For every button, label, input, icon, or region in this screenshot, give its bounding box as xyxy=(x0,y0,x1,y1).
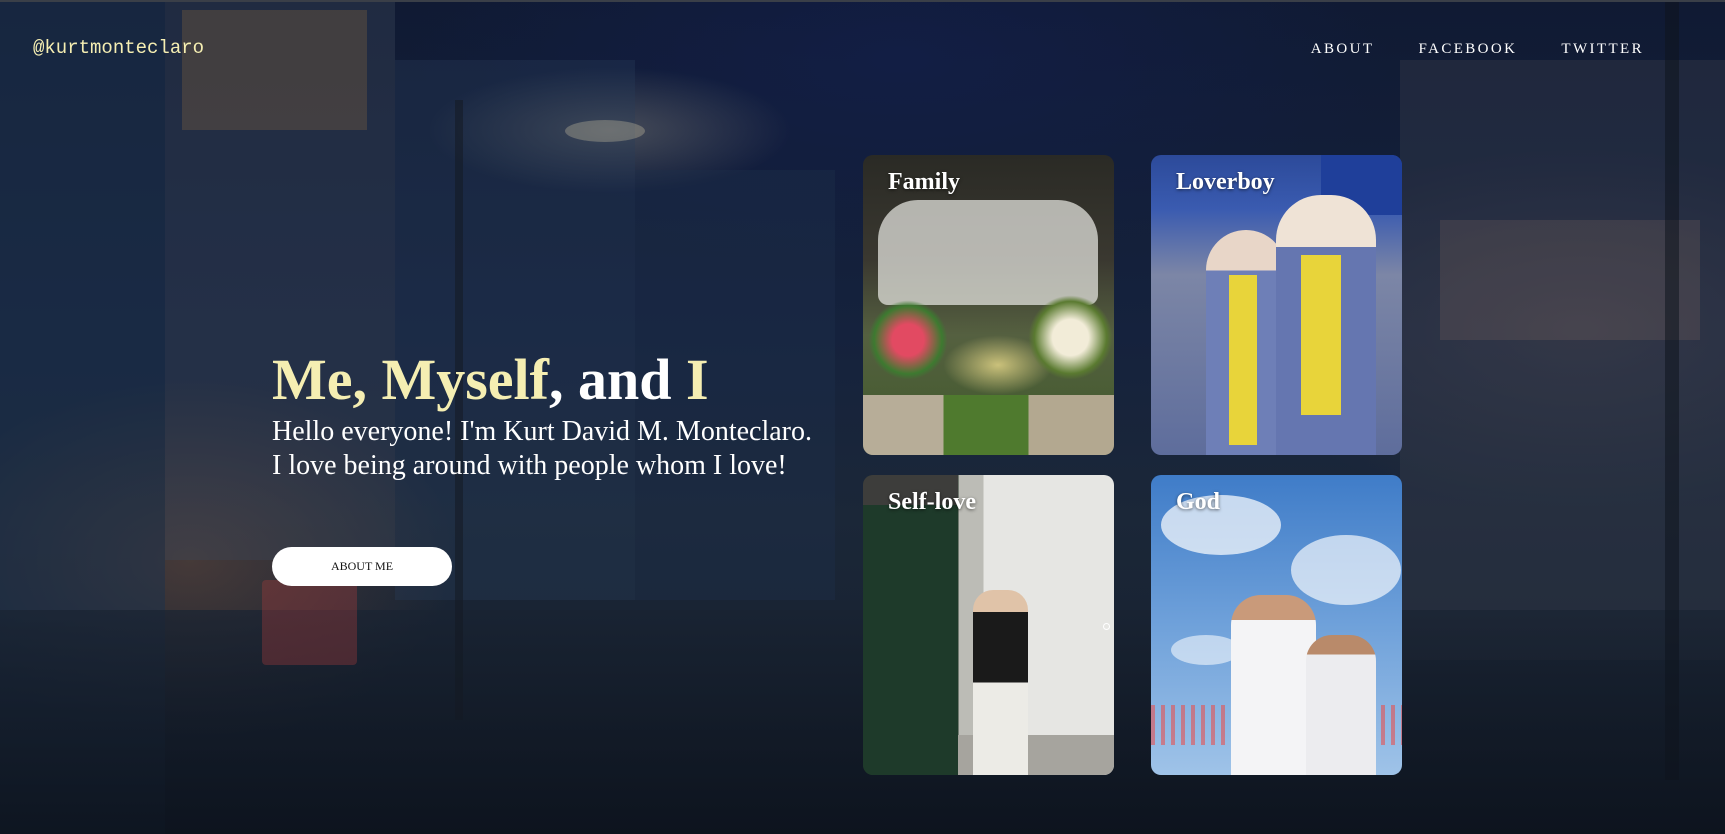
hero-title-middle: , and xyxy=(548,347,686,412)
gallery-card-self-love[interactable]: Self-love xyxy=(863,475,1114,775)
site-header: @kurtmonteclaro ABOUT FACEBOOK TWITTER xyxy=(0,0,1725,100)
site-logo[interactable]: @kurtmonteclaro xyxy=(33,37,204,59)
main-nav: ABOUT FACEBOOK TWITTER xyxy=(1311,41,1644,58)
family-photo xyxy=(863,155,1114,455)
nav-about-link[interactable]: ABOUT xyxy=(1311,41,1375,58)
card-label: Family xyxy=(888,169,960,195)
card-label: Loverboy xyxy=(1176,169,1275,195)
hero-title-highlight-2: I xyxy=(686,347,709,412)
hero-intro: Hello everyone! I'm Kurt David M. Montec… xyxy=(272,416,812,481)
scroll-indicator-icon xyxy=(1103,623,1110,630)
god-photo xyxy=(1151,475,1402,775)
card-label: Self-love xyxy=(888,489,976,515)
hero-title-highlight-1: Me, Myself xyxy=(272,347,549,412)
nav-facebook-link[interactable]: FACEBOOK xyxy=(1418,41,1517,58)
about-me-button[interactable]: ABOUT ME xyxy=(272,547,452,586)
card-label: God xyxy=(1176,489,1221,515)
nav-twitter-link[interactable]: TWITTER xyxy=(1561,41,1644,58)
hero-title: Me, Myself, and I xyxy=(272,348,832,412)
gallery-card-loverboy[interactable]: Loverboy xyxy=(1151,155,1402,455)
self-love-photo xyxy=(863,475,1114,775)
hero-section: Me, Myself, and I Hello everyone! I'm Ku… xyxy=(272,348,832,586)
loverboy-photo xyxy=(1151,155,1402,455)
gallery-card-god[interactable]: God xyxy=(1151,475,1402,775)
gallery-card-family[interactable]: Family xyxy=(863,155,1114,455)
